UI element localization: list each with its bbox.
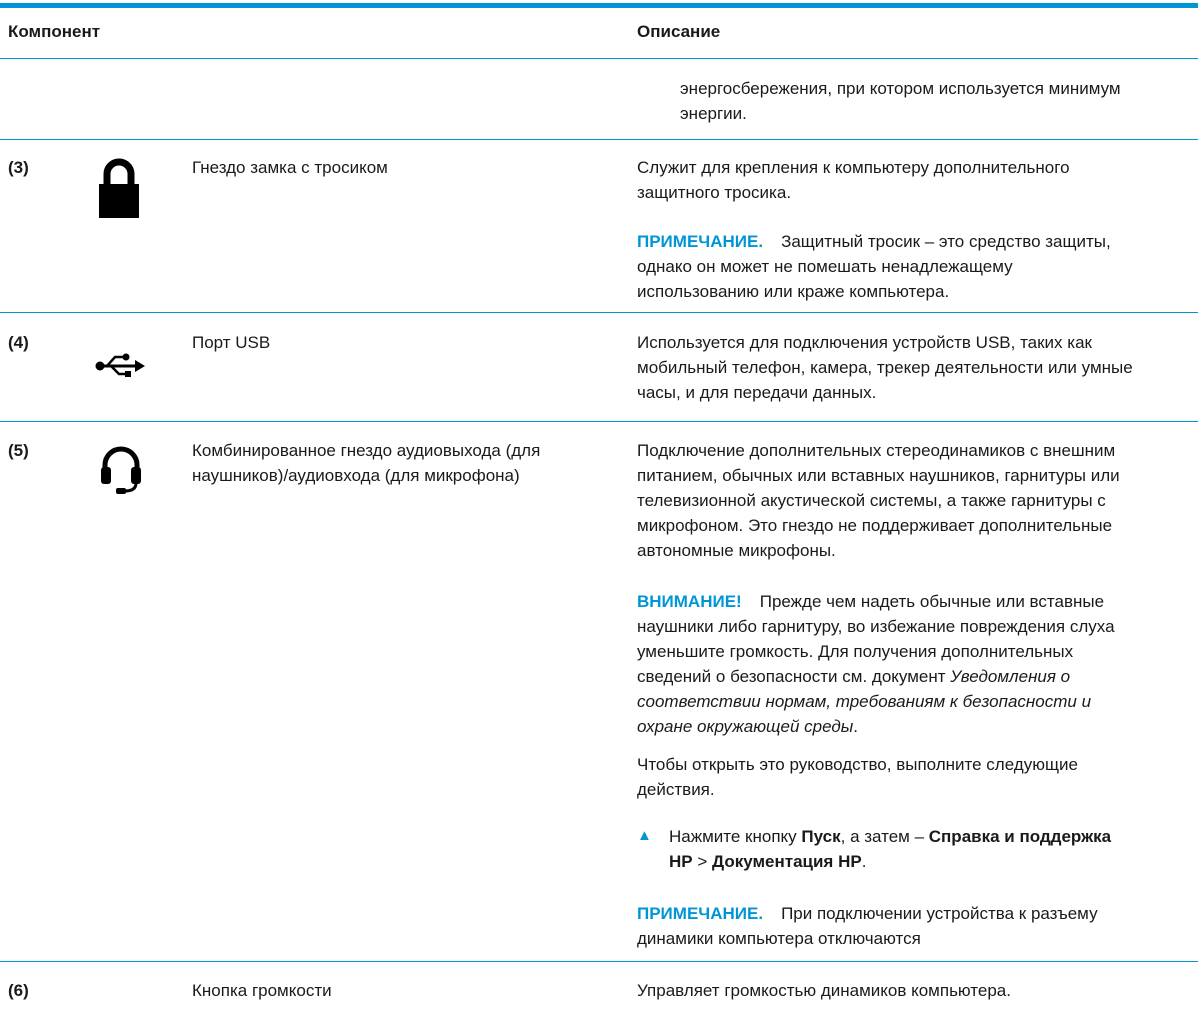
row-3-name: Гнездо замка с тросиком <box>192 158 388 177</box>
row-4-name: Порт USB <box>192 333 271 352</box>
row-6-number: (6) <box>8 981 29 1000</box>
row-6-description: Управляет громкостью динамиков компьютер… <box>637 981 1011 1000</box>
row-divider <box>0 312 1198 313</box>
row-5-note: ПРИМЕЧАНИЕ. При подключении устройства к … <box>637 904 1098 948</box>
row-5-open-instructions: Чтобы открыть это руководство, выполните… <box>637 755 1078 799</box>
row-4-description: Используется для подключения устройств U… <box>637 333 1133 402</box>
row-3-number: (3) <box>8 158 29 177</box>
note-label: ПРИМЕЧАНИЕ. <box>637 232 764 251</box>
row-5-step: Нажмите кнопку Пуск, а затем – Справка и… <box>669 827 1112 871</box>
row-continuation-description: энергосбережения, при котором использует… <box>680 79 1121 123</box>
usb-icon <box>95 352 145 385</box>
row-3-description: Служит для крепления к компьютеру дополн… <box>637 158 1070 202</box>
header-divider <box>0 58 1198 59</box>
row-5-description: Подключение дополнительных стереодинамик… <box>637 441 1120 560</box>
row-divider <box>0 139 1198 140</box>
row-5-number: (5) <box>8 441 29 460</box>
row-4-number: (4) <box>8 333 29 352</box>
lock-icon <box>97 158 141 225</box>
row-5-warning: ВНИМАНИЕ! Прежде чем надеть обычные или в… <box>637 592 1115 736</box>
warning-label: ВНИМАНИЕ! <box>637 592 742 611</box>
triangle-bullet-icon: ▲ <box>637 827 652 844</box>
header-component: Компонент <box>8 22 101 41</box>
top-rule <box>0 3 1198 8</box>
row-3-note: ПРИМЕЧАНИЕ. Защитный тросик – это средств… <box>637 232 1111 301</box>
note-label: ПРИМЕЧАНИЕ. <box>637 904 764 923</box>
headset-icon <box>98 443 144 500</box>
row-divider <box>0 961 1198 962</box>
header-description: Описание <box>637 22 721 41</box>
row-divider <box>0 421 1198 422</box>
row-5-name: Комбинированное гнездо аудиовыхода (для … <box>192 441 541 485</box>
row-6-name: Кнопка громкости <box>192 981 332 1000</box>
